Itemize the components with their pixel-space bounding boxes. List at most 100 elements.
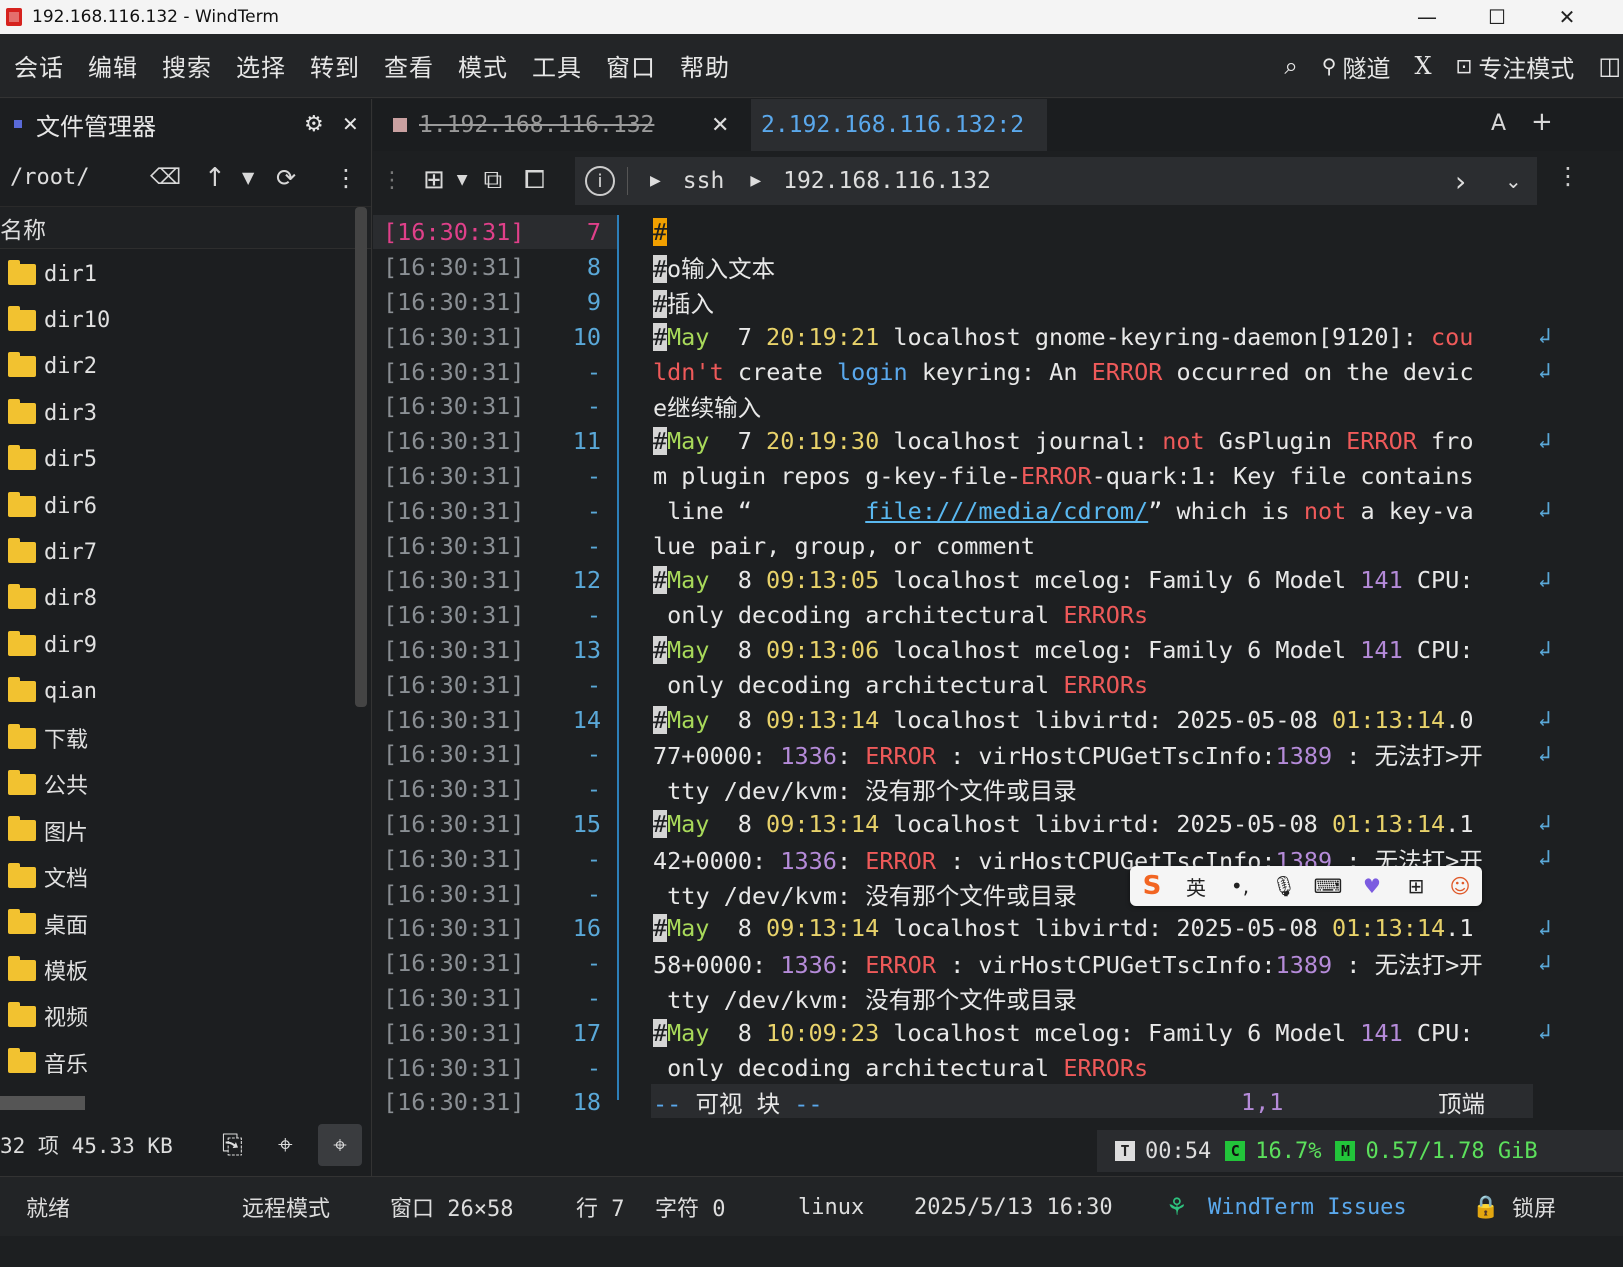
microphone-icon[interactable]: 🎙 bbox=[1262, 874, 1306, 898]
chevron-down-icon[interactable]: ▼ bbox=[242, 168, 254, 187]
terminal-line: [16:30:31] - only decoding architectural … bbox=[373, 667, 1623, 702]
lock-icon[interactable]: 🔒 bbox=[1472, 1177, 1499, 1237]
sync-location-icon[interactable]: ⌖ bbox=[318, 1124, 362, 1166]
file-item-templates[interactable]: 模板 bbox=[0, 947, 371, 993]
line-number: 13 bbox=[572, 635, 601, 664]
menu-select[interactable]: 选择 bbox=[236, 48, 286, 83]
drag-handle-icon[interactable]: ⋮ bbox=[381, 168, 403, 193]
mascot-icon[interactable]: ☺ bbox=[1438, 874, 1482, 898]
line-number: 7 bbox=[586, 218, 601, 247]
lock-screen-label[interactable]: 锁屏 bbox=[1512, 1177, 1556, 1237]
protocol-label[interactable]: ssh bbox=[683, 168, 725, 194]
more-icon[interactable]: ⋮ bbox=[334, 164, 358, 192]
file-item-qian[interactable]: qian bbox=[0, 669, 371, 715]
punctuation-icon[interactable]: •, bbox=[1218, 874, 1262, 898]
line-timestamp: [16:30:31] bbox=[383, 983, 525, 1012]
keyboard-icon[interactable]: ⌨ bbox=[1306, 874, 1350, 898]
x-button[interactable]: X bbox=[1414, 52, 1431, 80]
search-icon[interactable]: ⌕ bbox=[1284, 52, 1297, 80]
new-session-icon[interactable]: ⊞ bbox=[423, 165, 445, 195]
ime-toolbar[interactable]: S 英 •, 🎙 ⌨ ♥ ⊞ ☺ bbox=[1130, 866, 1482, 906]
path-input[interactable]: /root/ bbox=[10, 165, 89, 190]
menu-session[interactable]: 会话 bbox=[14, 48, 64, 83]
file-item-dir10[interactable]: dir10 bbox=[0, 297, 371, 343]
remote-mode[interactable]: 远程模式 bbox=[242, 1177, 330, 1237]
horizontal-scrollbar[interactable] bbox=[0, 1096, 85, 1110]
maximize-button[interactable]: ☐ bbox=[1462, 0, 1532, 34]
menu-tools[interactable]: 工具 bbox=[532, 48, 582, 83]
menu-window[interactable]: 窗口 bbox=[606, 48, 656, 83]
window-size: 窗口 26×58 bbox=[390, 1197, 514, 1222]
terminal[interactable]: [16:30:31] 7 # [16:30:31] 8 #o输入文本 [16:30:31] 9… bbox=[373, 212, 1623, 1126]
open-folder-icon[interactable]: ⎘ bbox=[222, 1130, 243, 1161]
file-item-dir8[interactable]: dir8 bbox=[0, 576, 371, 622]
ime-lang-toggle[interactable]: 英 bbox=[1174, 872, 1218, 901]
line-text: tty /dev/kvm: 没有那个文件或目录 bbox=[653, 777, 1077, 806]
address-bar[interactable]: i ▶ ssh ▶ 192.168.116.132 › ⌄ bbox=[575, 157, 1537, 205]
close-tab-icon[interactable]: ✕ bbox=[711, 113, 729, 138]
grid-icon[interactable]: ⊞ bbox=[1394, 874, 1438, 898]
file-item-dir6[interactable]: dir6 bbox=[0, 483, 371, 529]
file-item-music[interactable]: 音乐 bbox=[0, 1040, 371, 1086]
refresh-icon[interactable]: ⟳ bbox=[276, 164, 296, 192]
panel-icon[interactable]: ◫ bbox=[1598, 52, 1621, 80]
menu-help[interactable]: 帮助 bbox=[680, 48, 730, 83]
line-number: - bbox=[586, 531, 601, 560]
more-icon[interactable]: ⋮ bbox=[1556, 162, 1580, 190]
line-timestamp: [16:30:31] bbox=[383, 427, 525, 456]
duplicate-session-icon[interactable]: ⧉ bbox=[484, 165, 503, 196]
new-tab-button[interactable]: + bbox=[1531, 107, 1553, 137]
separator bbox=[627, 167, 628, 195]
minimize-button[interactable]: — bbox=[1392, 0, 1462, 34]
chevron-down-icon[interactable]: ▼ bbox=[457, 172, 468, 188]
location-pin-icon[interactable]: ⌖ bbox=[278, 1130, 293, 1161]
issues-link[interactable]: WindTerm Issues bbox=[1208, 1177, 1407, 1237]
font-size-button[interactable]: A bbox=[1491, 111, 1506, 136]
menu-mode[interactable]: 模式 bbox=[458, 48, 508, 83]
tab-session-1[interactable]: 1.192.168.116.132 ✕ bbox=[373, 99, 749, 151]
info-icon[interactable]: i bbox=[585, 166, 615, 196]
terminal-line: [16:30:31] - m plugin repos g-key-file-ERR… bbox=[373, 459, 1623, 494]
terminal-line: [16:30:31] 8 #o输入文本 bbox=[373, 250, 1623, 285]
sogou-logo-icon[interactable]: S bbox=[1130, 871, 1174, 901]
menu-edit[interactable]: 编辑 bbox=[88, 48, 138, 83]
file-item-dir2[interactable]: dir2 bbox=[0, 344, 371, 390]
file-item-pictures[interactable]: 图片 bbox=[0, 808, 371, 854]
menu-search[interactable]: 搜索 bbox=[162, 48, 212, 83]
settings-gear-icon[interactable]: ⚙ bbox=[304, 112, 324, 137]
file-item-documents[interactable]: 文档 bbox=[0, 854, 371, 900]
line-text: only decoding architectural ERRORs bbox=[653, 601, 1149, 630]
line-number: 18 bbox=[572, 1088, 601, 1117]
tab-session-2[interactable]: 2.192.168.116.132:2 bbox=[751, 99, 1047, 151]
close-panel-icon[interactable]: ✕ bbox=[342, 112, 359, 136]
line-timestamp: [16:30:31] bbox=[383, 601, 525, 630]
file-item-public[interactable]: 公共 bbox=[0, 761, 371, 807]
file-item-dir3[interactable]: dir3 bbox=[0, 390, 371, 436]
line-number: 11 bbox=[572, 427, 601, 456]
file-item-dir7[interactable]: dir7 bbox=[0, 529, 371, 575]
menu-goto[interactable]: 转到 bbox=[310, 48, 360, 83]
line-timestamp: [16:30:31] bbox=[383, 809, 525, 838]
terminal-line: 1,1 顶端 [16:30:31] 18 -- 可视 块 -- bbox=[373, 1085, 1623, 1120]
skin-icon[interactable]: ♥ bbox=[1350, 874, 1394, 898]
chevron-down-icon[interactable]: ⌄ bbox=[1505, 169, 1522, 193]
wrap-indicator-icon: ↲ bbox=[1538, 811, 1552, 837]
host-label[interactable]: 192.168.116.132 bbox=[783, 168, 991, 194]
split-session-icon[interactable]: ⧠ bbox=[524, 165, 545, 196]
parent-dir-icon[interactable]: ↑ bbox=[204, 163, 226, 193]
menu-view[interactable]: 查看 bbox=[384, 48, 434, 83]
focus-mode-button[interactable]: ⊡ 专注模式 bbox=[1456, 49, 1575, 84]
file-item-downloads[interactable]: 下载 bbox=[0, 715, 371, 761]
forward-icon[interactable]: › bbox=[1455, 165, 1466, 198]
clear-path-icon[interactable]: ⌫ bbox=[150, 165, 181, 190]
vertical-scrollbar[interactable] bbox=[355, 207, 367, 707]
file-item-dir9[interactable]: dir9 bbox=[0, 622, 371, 668]
tunnel-button[interactable]: ⚲ 隧道 bbox=[1322, 49, 1391, 84]
windterm-logo-icon bbox=[6, 8, 22, 26]
file-item-dir5[interactable]: dir5 bbox=[0, 437, 371, 483]
column-header[interactable]: 名称 bbox=[0, 207, 371, 249]
close-window-button[interactable]: ✕ bbox=[1532, 0, 1602, 34]
file-item-videos[interactable]: 视频 bbox=[0, 993, 371, 1039]
file-item-dir1[interactable]: dir1 bbox=[0, 251, 371, 297]
file-item-desktop[interactable]: 桌面 bbox=[0, 900, 371, 946]
